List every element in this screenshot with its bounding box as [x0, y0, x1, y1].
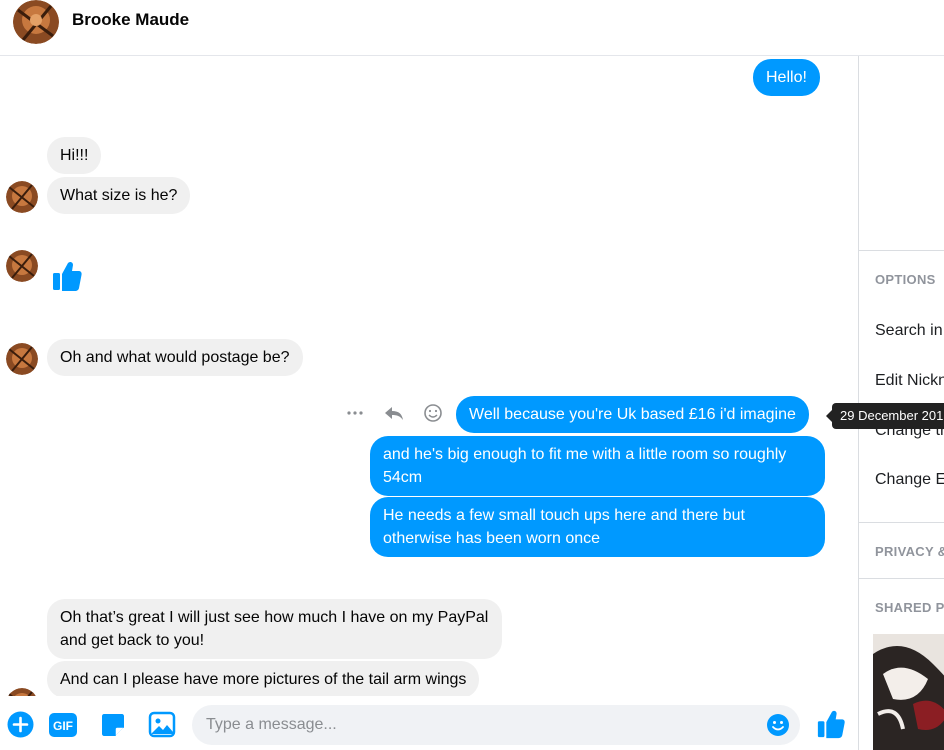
shared-photos-heading[interactable]: SHARED PHOTOS	[875, 600, 944, 615]
message-outgoing[interactable]: Hello!	[753, 59, 820, 96]
sender-avatar[interactable]	[6, 343, 38, 375]
sticker-icon[interactable]	[100, 712, 126, 738]
react-icon[interactable]	[423, 403, 443, 423]
sender-avatar[interactable]	[6, 181, 38, 213]
sender-avatar[interactable]	[6, 250, 38, 282]
message-incoming[interactable]: And can I please have more pictures of t…	[47, 661, 480, 696]
sender-avatar[interactable]	[6, 688, 38, 696]
message-input-container[interactable]	[192, 705, 800, 745]
message-incoming[interactable]: What size is he?	[47, 177, 191, 214]
more-options-icon[interactable]	[345, 403, 365, 423]
svg-text:GIF: GIF	[53, 719, 73, 733]
divider	[859, 522, 944, 523]
divider	[859, 578, 944, 579]
search-in-conversation-option[interactable]: Search in conversation	[875, 322, 944, 340]
emoji-icon[interactable]	[766, 713, 790, 737]
contact-avatar[interactable]	[13, 0, 59, 44]
thumbs-up-icon[interactable]	[52, 260, 82, 292]
message-outgoing[interactable]: and he's big enough to fit me with a lit…	[370, 436, 825, 496]
message-incoming[interactable]: Hi!!!	[47, 137, 102, 174]
gif-icon[interactable]: GIF	[48, 712, 78, 738]
options-heading: OPTIONS	[875, 272, 936, 287]
conversation-header: Brooke Maude	[0, 0, 944, 56]
message-incoming[interactable]: Oh and what would postage be?	[47, 339, 303, 376]
message-list[interactable]: Hello! Hi!!! What size is he? Oh and wha…	[0, 56, 858, 696]
edit-nicknames-option[interactable]: Edit Nicknames	[875, 372, 944, 390]
privacy-support-heading[interactable]: PRIVACY & SUPPORT	[875, 544, 944, 559]
change-emoji-option[interactable]: Change Emoji	[875, 471, 944, 489]
shared-photo-thumbnail[interactable]	[873, 634, 944, 750]
send-like-icon[interactable]	[816, 709, 846, 739]
message-input[interactable]	[206, 705, 746, 745]
timestamp-tooltip: 29 December 2019	[826, 403, 944, 429]
photo-icon[interactable]	[148, 711, 176, 738]
reply-icon[interactable]	[384, 403, 404, 423]
contact-name[interactable]: Brooke Maude	[72, 10, 189, 30]
divider	[859, 250, 944, 251]
message-incoming[interactable]: Oh that’s great I will just see how much…	[47, 599, 502, 659]
plus-icon[interactable]	[7, 711, 34, 738]
message-outgoing[interactable]: He needs a few small touch ups here and …	[370, 497, 825, 557]
message-outgoing[interactable]: Well because you're Uk based £16 i'd ima…	[456, 396, 809, 433]
